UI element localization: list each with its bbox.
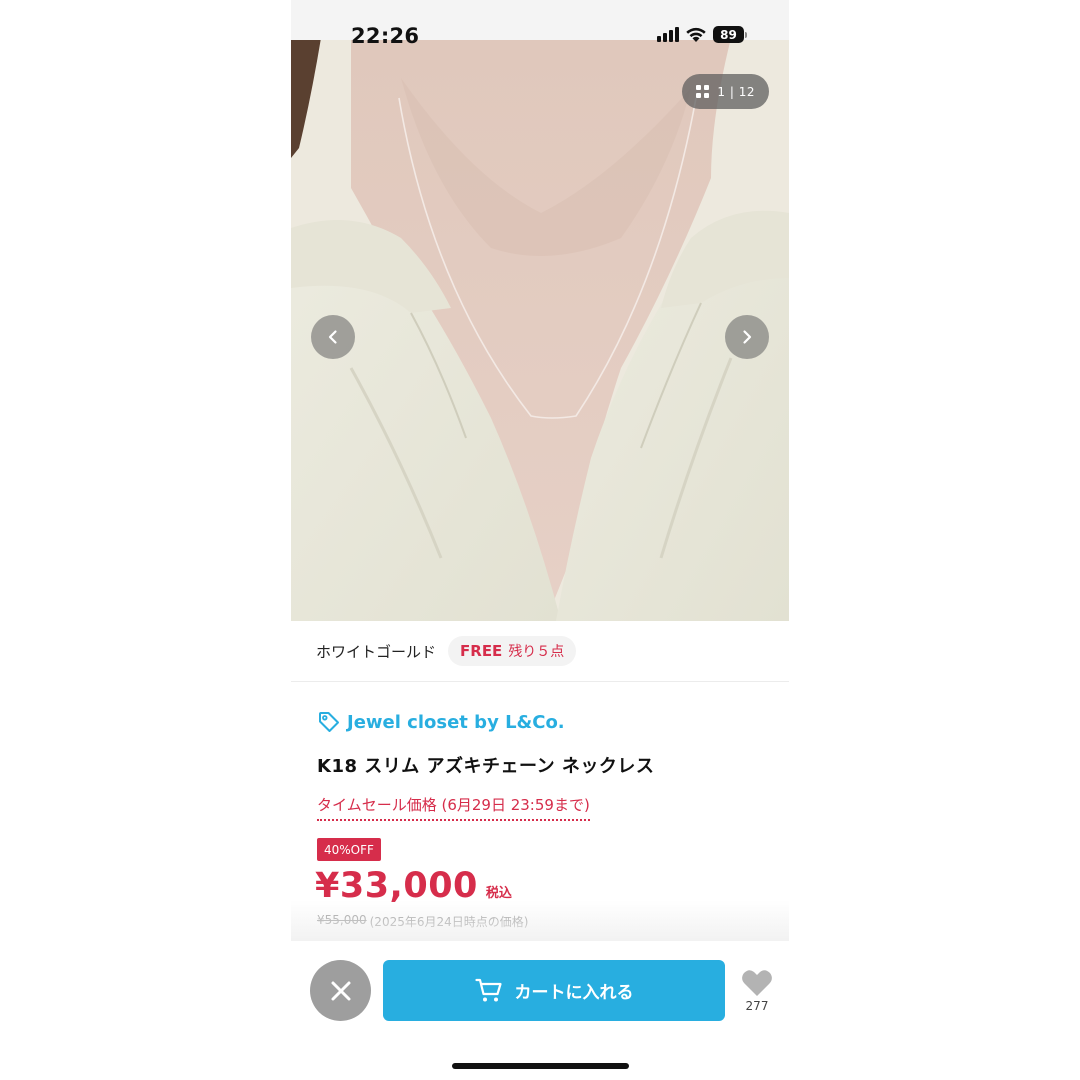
close-button[interactable] (310, 960, 371, 1021)
original-price: ¥55,000 (317, 913, 367, 927)
time-sale-label[interactable]: タイムセール価格 (6月29日 23:59まで) (317, 794, 590, 821)
brand-name: Jewel closet by L&Co. (347, 711, 565, 733)
price-row: ¥33,000 税込 (315, 866, 512, 906)
chevron-right-icon (743, 330, 752, 344)
stock-remaining: 残り５点 (508, 644, 565, 660)
sale-price: ¥33,000 (315, 866, 478, 906)
original-price-row: ¥55,000 (2025年6月24日時点の価格) (317, 913, 528, 930)
next-image-button[interactable] (725, 315, 769, 359)
heart-icon (742, 970, 772, 996)
variant-color: ホワイトゴールド (316, 642, 437, 661)
battery-level: 89 (713, 26, 744, 43)
previous-image-button[interactable] (311, 315, 355, 359)
product-photo (291, 38, 789, 621)
counter-text: 1 | 12 (717, 84, 755, 99)
add-to-cart-button[interactable]: カートに入れる (383, 960, 725, 1021)
status-icons: 89 (657, 26, 747, 43)
app-screen: 22:26 89 1 | 12 ホワイトゴールド FREE 残り５点 Jewel… (291, 0, 789, 1080)
original-price-note: (2025年6月24日時点の価格) (369, 915, 529, 929)
battery-icon: 89 (713, 26, 747, 43)
favorite-button[interactable]: 277 (739, 969, 775, 1013)
signal-icon (657, 27, 679, 42)
wifi-icon (685, 27, 707, 43)
status-time: 22:26 (351, 24, 420, 48)
grid-icon (696, 85, 710, 98)
brand-link[interactable]: Jewel closet by L&Co. (317, 710, 565, 734)
product-title: K18 スリム アズキチェーン ネックレス (317, 756, 655, 777)
cart-button-label: カートに入れる (514, 983, 634, 1003)
tag-icon (319, 712, 339, 732)
close-icon (331, 981, 350, 1000)
cart-icon (474, 978, 502, 1001)
status-bar: 22:26 89 (291, 0, 789, 48)
variant-row: ホワイトゴールド FREE 残り５点 (291, 621, 789, 682)
chevron-left-icon (328, 330, 337, 344)
bottom-action-bar: カートに入れる 277 (291, 941, 789, 1080)
favorite-count: 277 (745, 999, 769, 1013)
home-indicator[interactable] (452, 1063, 629, 1069)
product-image-gallery[interactable]: 1 | 12 (291, 38, 789, 621)
discount-badge: 40%OFF (317, 838, 381, 861)
image-page-counter[interactable]: 1 | 12 (682, 74, 769, 109)
variant-size: FREE (460, 642, 503, 660)
size-chip[interactable]: FREE 残り５点 (448, 636, 577, 666)
tax-label: 税込 (485, 886, 512, 901)
